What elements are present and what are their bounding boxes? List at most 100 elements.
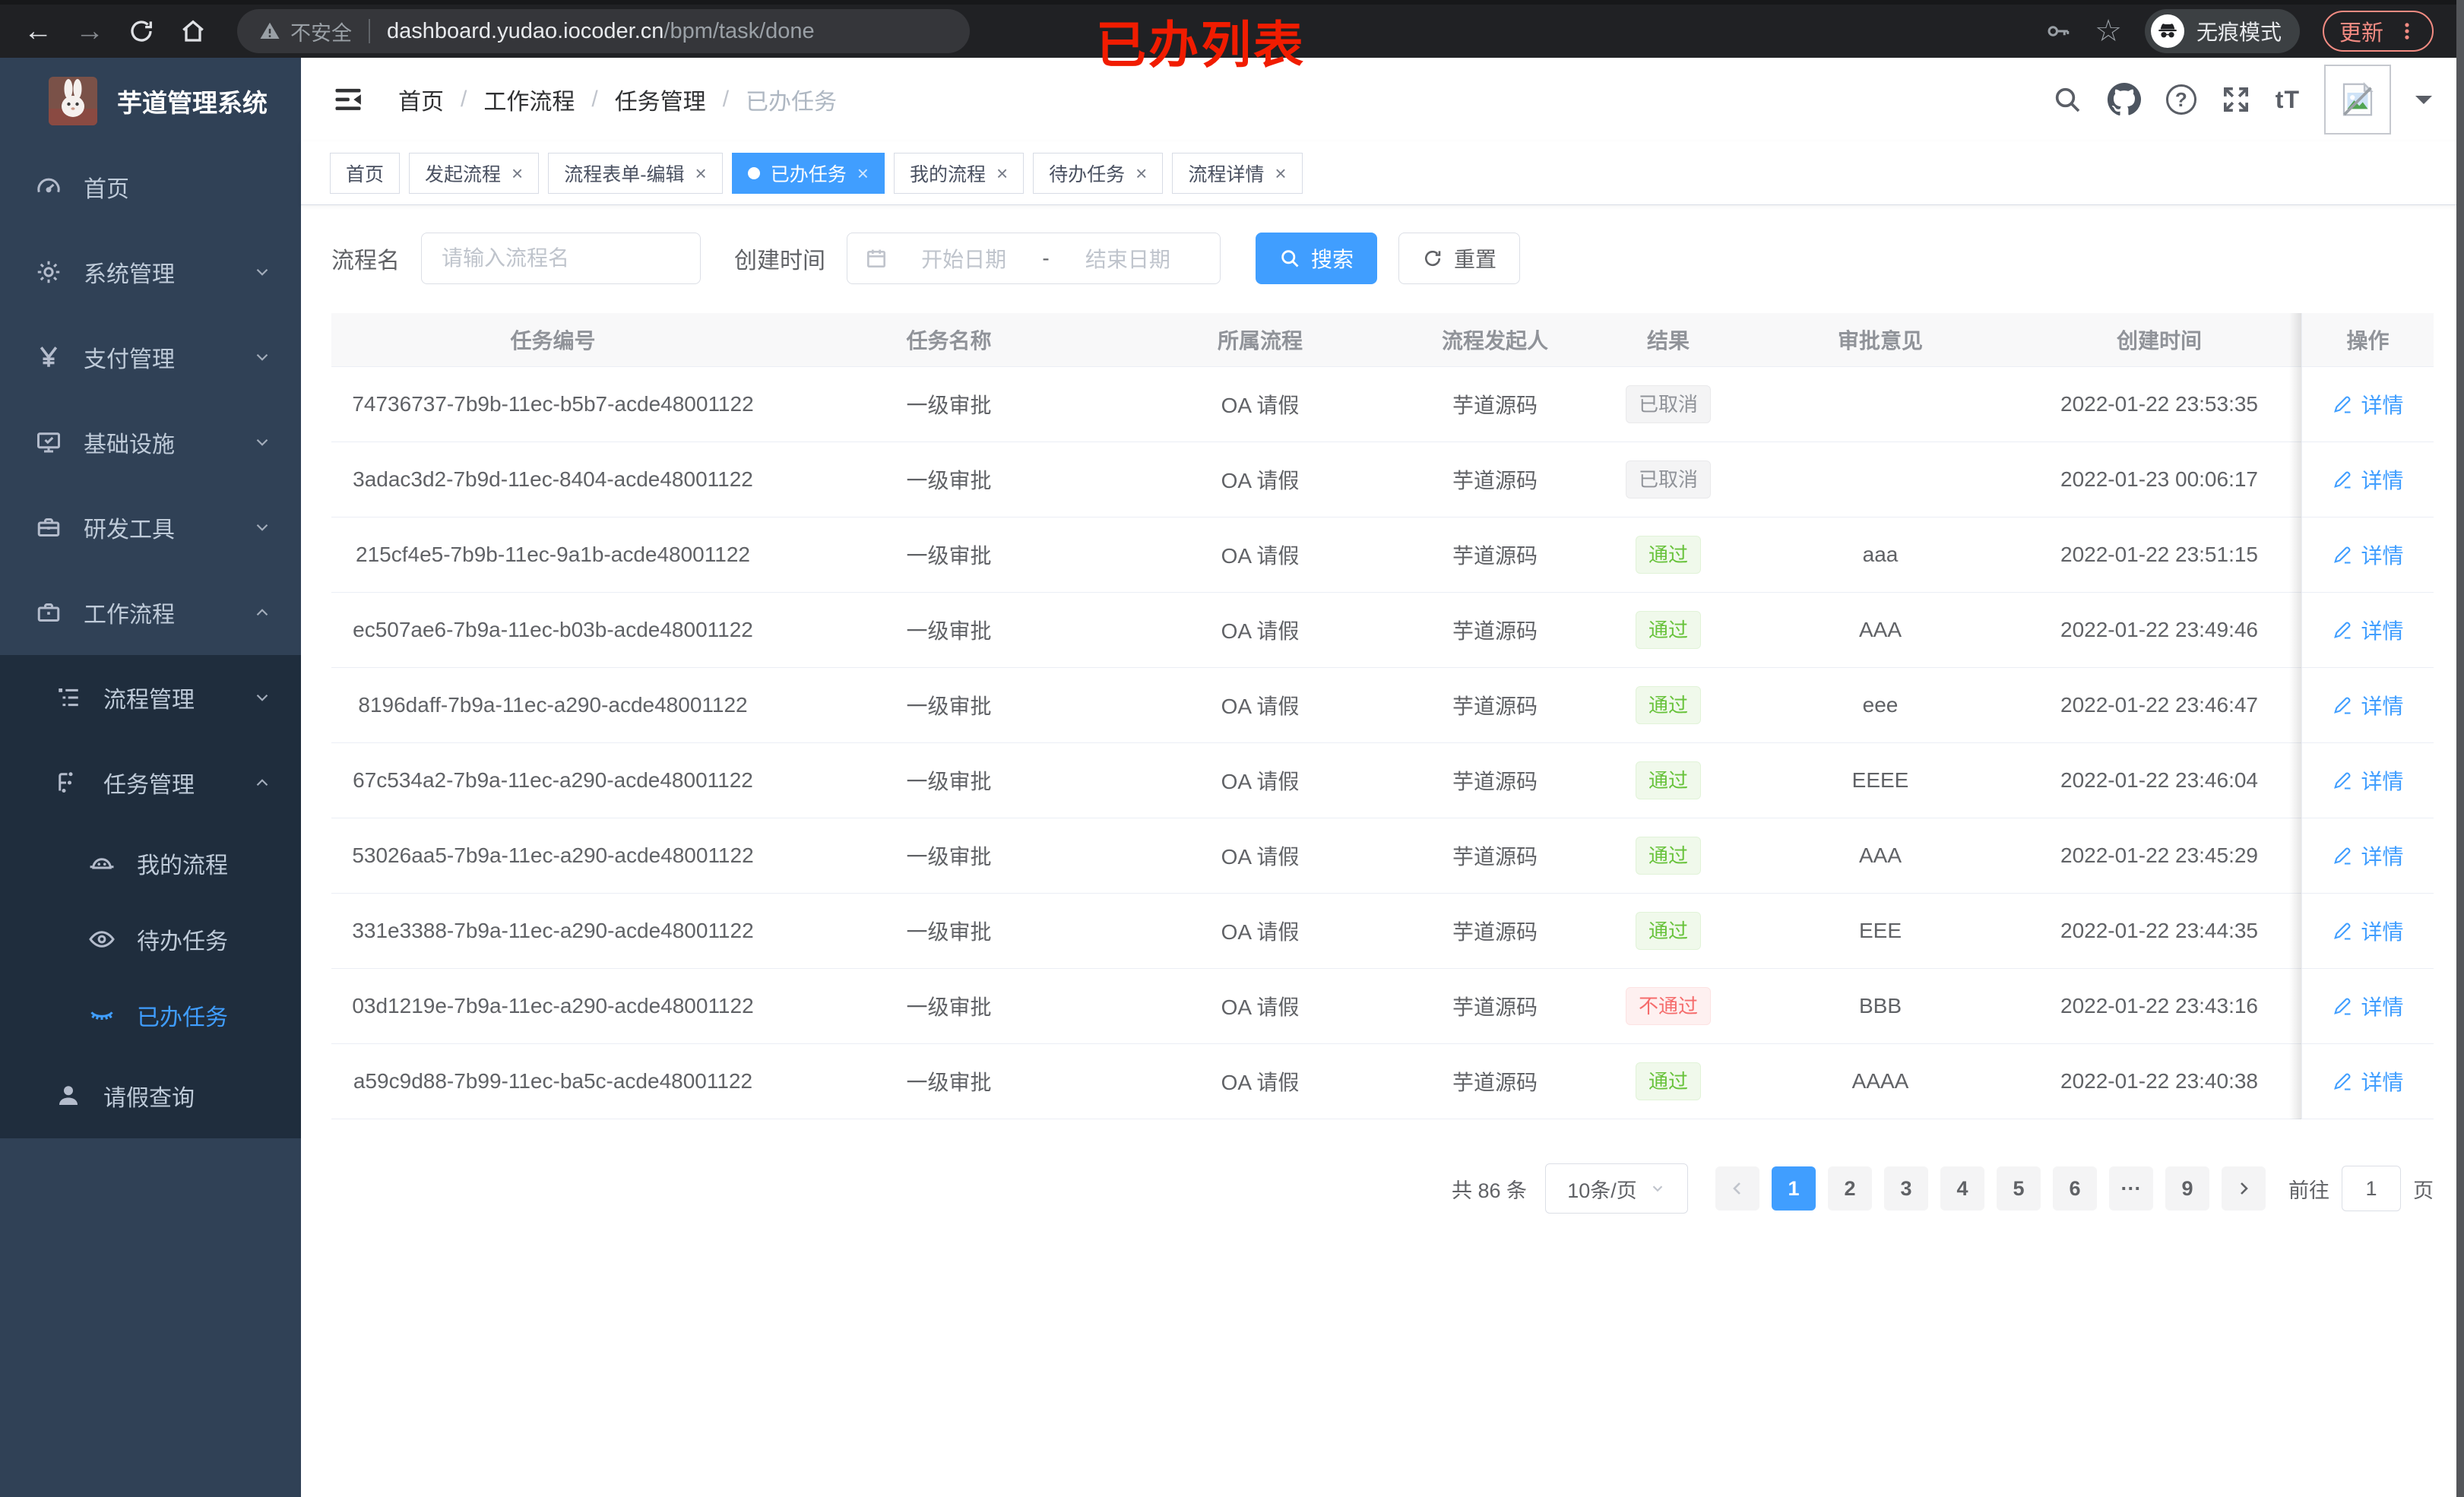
sidebar-item-system[interactable]: 系统管理 [0, 229, 301, 315]
detail-link[interactable]: 详情 [2332, 1066, 2404, 1097]
tab-home[interactable]: 首页 [330, 152, 401, 194]
tab-start-process[interactable]: 发起流程 × [409, 152, 540, 194]
page-button-9[interactable]: 9 [2165, 1166, 2209, 1211]
sidebar-item-leave-query[interactable]: 请假查询 [0, 1053, 301, 1138]
prev-page-button[interactable] [1715, 1166, 1759, 1211]
sidebar-item-my-process[interactable]: 我的流程 [0, 825, 301, 901]
cell-actions: 详情 [2301, 1044, 2434, 1119]
avatar-caret-icon[interactable] [2415, 96, 2432, 112]
help-icon[interactable]: ? [2165, 84, 2196, 115]
status-badge: 通过 [1635, 761, 1701, 799]
sidebar-item-task-management[interactable]: 任务管理 [0, 740, 301, 825]
sidebar-item-label: 支付管理 [84, 347, 175, 372]
sidebar-item-todo-tasks[interactable]: 待办任务 [0, 901, 301, 977]
create-time-label: 创建时间 [734, 248, 825, 274]
tab-todo-tasks[interactable]: 待办任务 × [1033, 152, 1164, 194]
tab-done-tasks[interactable]: 已办任务 × [731, 152, 885, 194]
next-page-button[interactable] [2222, 1166, 2266, 1211]
sidebar-item-home[interactable]: 首页 [0, 144, 301, 229]
github-icon[interactable] [2107, 82, 2142, 117]
search-button[interactable]: 搜索 [1256, 233, 1378, 284]
reset-button-label: 重置 [1454, 248, 1497, 271]
tab-close-icon[interactable]: × [1135, 163, 1147, 183]
page-button-6[interactable]: 6 [2053, 1166, 2097, 1211]
sidebar-item-process-management[interactable]: 流程管理 [0, 655, 301, 740]
detail-link[interactable]: 详情 [2332, 615, 2404, 645]
detail-link[interactable]: 详情 [2332, 991, 2404, 1021]
chevron-left-icon [1733, 1182, 1740, 1195]
cell-process: OA 请假 [1221, 544, 1300, 568]
main-area: 首页 / 工作流程 / 任务管理 / 已办任务 ? tT 首页 发起流程 × 流… [301, 58, 2464, 1497]
date-range-input[interactable]: 开始日期 - 结束日期 [847, 233, 1221, 284]
update-button[interactable]: 更新 [2322, 11, 2434, 52]
chevron-down-icon [256, 353, 268, 361]
font-size-icon[interactable]: tT [2276, 86, 2300, 114]
tab-close-icon[interactable]: × [857, 163, 869, 183]
page-button-1[interactable]: 1 [1772, 1166, 1816, 1211]
browser-menu-icon[interactable] [2397, 21, 2417, 41]
search-icon[interactable] [2052, 84, 2082, 115]
window-scrollbar-strip[interactable] [2456, 0, 2464, 1497]
reload-button[interactable] [123, 13, 160, 49]
tab-process-detail[interactable]: 流程详情 × [1172, 152, 1303, 194]
tab-close-icon[interactable]: × [511, 163, 523, 183]
cell-opinion: AAA [1858, 618, 1902, 641]
header-actions: ? tT [2052, 65, 2432, 135]
toolbox-icon [37, 518, 60, 536]
tab-close-icon[interactable]: × [695, 163, 707, 183]
page-button-3[interactable]: 3 [1884, 1166, 1928, 1211]
goto-label: 前往 [2288, 1179, 2329, 1202]
reset-button[interactable]: 重置 [1398, 233, 1521, 284]
detail-link[interactable]: 详情 [2332, 540, 2404, 570]
more-pages-button[interactable]: ··· [2109, 1166, 2153, 1211]
detail-link[interactable]: 详情 [2332, 840, 2404, 871]
breadcrumb-item-home[interactable]: 首页 [398, 83, 444, 116]
cell-process: OA 请假 [1221, 1071, 1300, 1094]
detail-link[interactable]: 详情 [2332, 464, 2404, 495]
cell-actions: 详情 [2301, 668, 2434, 742]
avatar[interactable] [2324, 65, 2391, 135]
sidebar-item-payment[interactable]: 支付管理 [0, 315, 301, 400]
cell-task-id: a59c9d88-7b99-11ec-ba5c-acde48001122 [353, 1069, 753, 1093]
tab-close-icon[interactable]: × [996, 163, 1008, 183]
bookmark-star-icon[interactable]: ☆ [2095, 14, 2122, 49]
sidebar-item-workflow[interactable]: 工作流程 [0, 570, 301, 655]
process-name-input[interactable] [421, 233, 701, 284]
breadcrumb-item-workflow[interactable]: 工作流程 [483, 83, 575, 116]
detail-link[interactable]: 详情 [2332, 765, 2404, 796]
page-size-select[interactable]: 10条/页 [1545, 1163, 1688, 1214]
back-button[interactable]: ← [20, 13, 56, 49]
key-icon[interactable] [2044, 17, 2072, 45]
collapse-sidebar-icon[interactable] [331, 83, 365, 116]
page-button-2[interactable]: 2 [1828, 1166, 1872, 1211]
incognito-badge: 无痕模式 [2144, 9, 2300, 53]
sidebar-item-done-tasks[interactable]: 已办任务 [0, 977, 301, 1053]
cell-result: 已取消 [1593, 442, 1743, 517]
breadcrumb-item-task-management[interactable]: 任务管理 [615, 83, 706, 116]
sidebar-item-devtools[interactable]: 研发工具 [0, 485, 301, 570]
sidebar: 芋道管理系统 首页 系统管理 支付管理 基础设施 研发工具 工作流程 流程管理 … [0, 58, 301, 1497]
cell-create-time: 2022-01-22 23:43:16 [2060, 994, 2258, 1018]
detail-link[interactable]: 详情 [2332, 389, 2404, 419]
forward-button[interactable]: → [71, 13, 108, 49]
detail-link[interactable]: 详情 [2332, 916, 2404, 946]
cell-task-name: 一级审批 [906, 695, 992, 718]
tab-my-process[interactable]: 我的流程 × [893, 152, 1025, 194]
page-button-4[interactable]: 4 [1940, 1166, 1984, 1211]
table-row: 8196daff-7b9a-11ec-a290-acde48001122 一级审… [331, 668, 2434, 743]
goto-input[interactable] [2342, 1166, 2401, 1211]
detail-link[interactable]: 详情 [2332, 690, 2404, 720]
home-button[interactable] [175, 13, 211, 49]
yen-icon [40, 347, 58, 367]
monitor-icon [37, 432, 60, 453]
tab-form-edit[interactable]: 流程表单-编辑 × [548, 152, 723, 194]
sidebar-item-label: 系统管理 [84, 262, 175, 287]
url-bar[interactable]: 不安全 dashboard.yudao.iocoder.cn /bpm/task… [237, 9, 970, 53]
page-button-5[interactable]: 5 [1997, 1166, 2041, 1211]
tab-close-icon[interactable]: × [1275, 163, 1286, 183]
sidebar-item-infrastructure[interactable]: 基础设施 [0, 400, 301, 485]
detail-link-label: 详情 [2361, 619, 2404, 643]
end-date-placeholder: 结束日期 [1085, 248, 1170, 271]
fullscreen-icon[interactable] [2221, 84, 2251, 115]
table-row: 67c534a2-7b9a-11ec-a290-acde48001122 一级审… [331, 743, 2434, 818]
